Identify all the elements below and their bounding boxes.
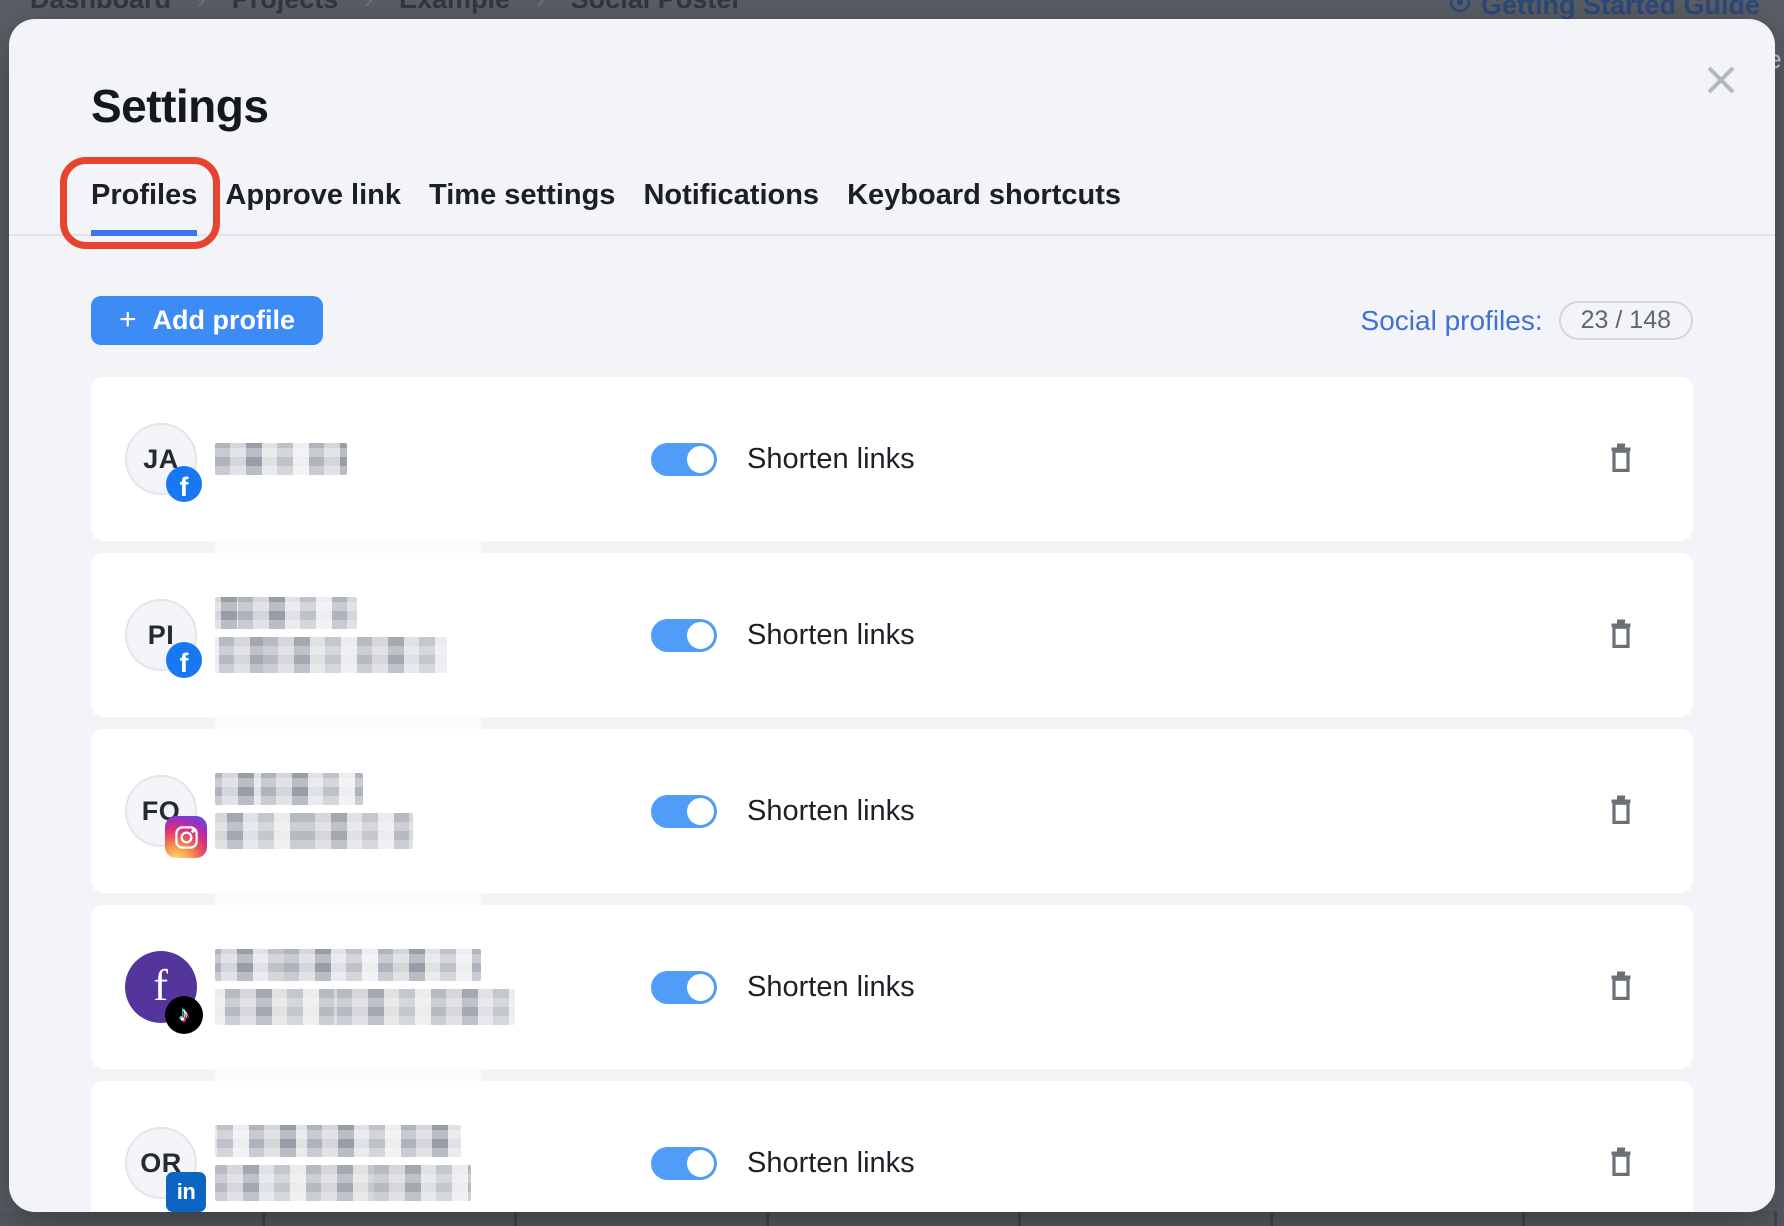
profile-handle-redacted <box>215 1165 471 1201</box>
profile-identity <box>215 949 651 1025</box>
delete-profile-button[interactable] <box>1605 440 1637 479</box>
guide-compass-icon <box>1448 0 1472 21</box>
plus-icon: + <box>119 305 137 335</box>
getting-started-guide-link[interactable]: Getting Started Guide <box>1448 0 1760 21</box>
avatar-initials: f <box>153 960 168 1011</box>
delete-profile-button[interactable] <box>1605 1144 1637 1183</box>
social-profiles-counter: Social profiles: 23 / 148 <box>1361 301 1693 340</box>
breadcrumb-item[interactable]: Example <box>399 0 510 14</box>
delete-profile-button[interactable] <box>1605 968 1637 1007</box>
row-gap <box>91 541 1693 553</box>
shorten-links-control: Shorten links <box>651 1147 915 1180</box>
delete-profile-button[interactable] <box>1605 792 1637 831</box>
row-gap <box>91 717 1693 729</box>
profile-name-redacted <box>215 597 357 629</box>
instagram-icon <box>165 816 207 858</box>
breadcrumb-item[interactable]: Dashboard <box>30 0 171 14</box>
trash-icon <box>1607 970 1635 1005</box>
redaction-patch <box>215 893 481 905</box>
breadcrumb: Dashboard › Projects › Example › Social Poster <box>30 0 742 14</box>
profile-identity <box>215 443 651 475</box>
avatar: f ♪ <box>125 951 197 1023</box>
trash-icon <box>1607 1146 1635 1181</box>
profile-identity <box>215 597 651 673</box>
delete-profile-button[interactable] <box>1605 616 1637 655</box>
profiles-toolbar: + Add profile Social profiles: 23 / 148 <box>91 296 1693 345</box>
profile-row: f ♪ Shorten links <box>91 905 1693 1069</box>
profile-name-redacted <box>215 773 363 805</box>
settings-modal: Settings Profiles Approve link Time settin… <box>9 19 1775 1212</box>
row-gap <box>91 893 1693 905</box>
avatar: FO <box>125 775 197 847</box>
avatar: JA f <box>125 423 197 495</box>
shorten-links-control: Shorten links <box>651 795 915 828</box>
background-table-edge <box>0 1211 1784 1226</box>
social-profiles-label: Social profiles: <box>1361 305 1543 337</box>
profile-identity <box>215 773 651 849</box>
profile-identity <box>215 1125 651 1201</box>
profile-row: PI f Shorten links <box>91 553 1693 717</box>
tab-approve-link[interactable]: Approve link <box>225 179 401 234</box>
close-icon[interactable] <box>1699 59 1743 103</box>
trash-icon <box>1607 794 1635 829</box>
avatar-initials: PI <box>148 620 175 651</box>
shorten-links-control: Shorten links <box>651 619 915 652</box>
row-gap <box>91 1069 1693 1081</box>
avatar: PI f <box>125 599 197 671</box>
shorten-links-toggle[interactable] <box>651 443 717 476</box>
toggle-knob <box>687 798 714 825</box>
shorten-links-control: Shorten links <box>651 971 915 1004</box>
tab-time-settings[interactable]: Time settings <box>429 179 615 234</box>
shorten-links-toggle[interactable] <box>651 1147 717 1180</box>
add-profile-button[interactable]: + Add profile <box>91 296 323 345</box>
page-title: Settings <box>91 79 1693 133</box>
tab-keyboard-shortcuts[interactable]: Keyboard shortcuts <box>847 179 1121 234</box>
profile-handle-redacted <box>215 813 413 849</box>
toggle-knob <box>687 1150 714 1177</box>
tab-profiles[interactable]: Profiles <box>91 179 197 234</box>
breadcrumb-separator: › <box>364 0 373 14</box>
profile-handle-redacted <box>215 989 515 1025</box>
shorten-links-label: Shorten links <box>747 443 915 476</box>
profile-list: JA f Shorten links PI f <box>91 377 1693 1212</box>
linkedin-icon: in <box>166 1172 206 1212</box>
trash-icon <box>1607 618 1635 653</box>
profile-name-redacted <box>215 443 347 475</box>
profile-handle-redacted <box>215 637 447 673</box>
breadcrumb-separator: › <box>536 0 545 14</box>
settings-tabbar: Profiles Approve link Time settings Notific… <box>9 179 1775 236</box>
shorten-links-control: Shorten links <box>651 443 915 476</box>
tiktok-icon: ♪ <box>165 996 203 1034</box>
breadcrumb-separator: › <box>197 0 206 14</box>
redaction-patch <box>215 1069 481 1081</box>
breadcrumb-item[interactable]: Social Poster <box>571 0 742 14</box>
add-profile-label: Add profile <box>153 305 296 336</box>
shorten-links-label: Shorten links <box>747 795 915 828</box>
profile-name-redacted <box>215 949 481 981</box>
avatar: OR in <box>125 1127 197 1199</box>
toggle-knob <box>687 446 714 473</box>
profile-row: FO Shorten links <box>91 729 1693 893</box>
profile-name-redacted <box>215 1125 461 1157</box>
shorten-links-label: Shorten links <box>747 971 915 1004</box>
shorten-links-label: Shorten links <box>747 1147 915 1180</box>
profiles-count-badge: 23 / 148 <box>1559 301 1693 340</box>
shorten-links-label: Shorten links <box>747 619 915 652</box>
redaction-patch <box>215 541 481 553</box>
toggle-knob <box>687 974 714 1001</box>
breadcrumb-item[interactable]: Projects <box>232 0 339 14</box>
shorten-links-toggle[interactable] <box>651 795 717 828</box>
guide-link-label: Getting Started Guide <box>1481 0 1760 21</box>
trash-icon <box>1607 442 1635 477</box>
profile-row: OR in Shorten links <box>91 1081 1693 1212</box>
shorten-links-toggle[interactable] <box>651 619 717 652</box>
profile-row: JA f Shorten links <box>91 377 1693 541</box>
redaction-patch <box>215 717 481 729</box>
tab-notifications[interactable]: Notifications <box>643 179 819 234</box>
toggle-knob <box>687 622 714 649</box>
shorten-links-toggle[interactable] <box>651 971 717 1004</box>
facebook-icon: f <box>166 642 202 678</box>
screen: Dashboard › Projects › Example › Social Poster… <box>0 0 1784 1226</box>
facebook-icon: f <box>166 466 202 502</box>
